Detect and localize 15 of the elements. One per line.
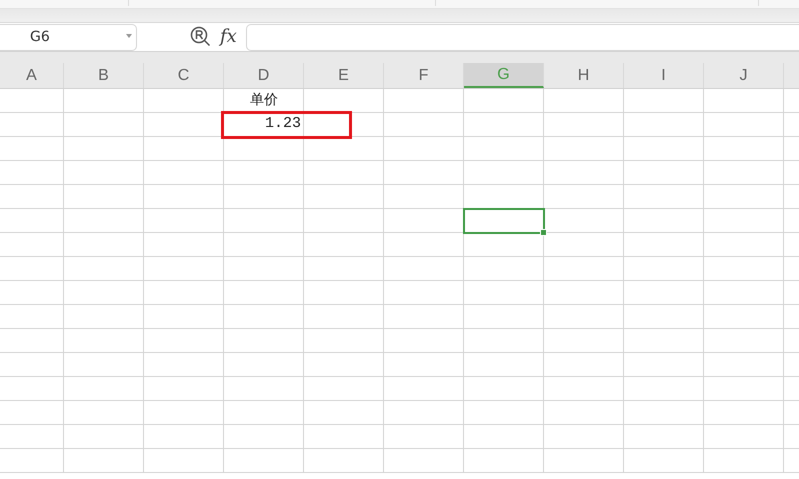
selected-cell[interactable] [463, 208, 545, 234]
column-header[interactable]: A [0, 63, 64, 88]
column-header[interactable]: I [624, 63, 704, 88]
caret-icon [126, 34, 132, 38]
column-header[interactable]: B [64, 63, 144, 88]
cell-text: 1.23 [264, 115, 301, 132]
column-header[interactable]: E [304, 63, 384, 88]
column-header[interactable]: D [224, 63, 304, 88]
formula-field[interactable] [246, 24, 799, 50]
column-header[interactable]: C [144, 63, 224, 88]
column-header[interactable]: J [704, 63, 784, 88]
zoom-icon[interactable] [190, 26, 212, 48]
cell-text: 单价 [250, 91, 278, 109]
function-button[interactable]: fx [220, 27, 237, 47]
column-header[interactable]: H [544, 63, 624, 88]
